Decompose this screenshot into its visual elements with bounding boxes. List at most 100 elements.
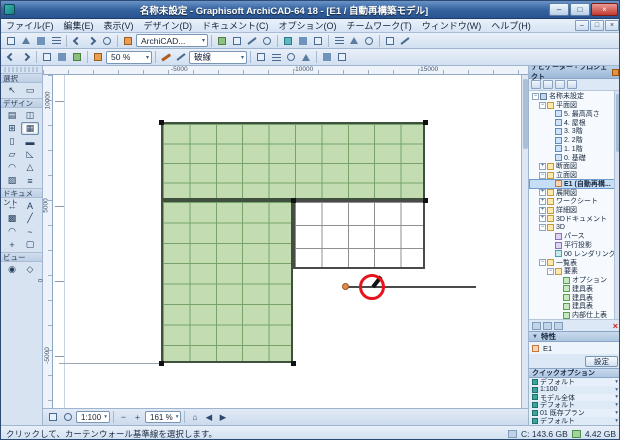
settings-button[interactable]: 設定 [585, 355, 618, 367]
options-icon[interactable] [383, 34, 397, 47]
quick-layers-icon[interactable] [46, 411, 60, 424]
mesh-tool-icon[interactable]: △ [21, 161, 39, 174]
camera-icon[interactable] [311, 34, 325, 47]
mdi-minimize-button[interactable]: – [575, 20, 589, 31]
publisher-icon[interactable] [567, 80, 577, 89]
redo-icon[interactable] [85, 34, 99, 47]
linetype-combo[interactable]: 破線 ▾ [189, 50, 247, 64]
roof-tool-icon[interactable]: ◺ [21, 148, 39, 161]
canvas-vertical-scrollbar[interactable] [521, 75, 528, 408]
mdi-close-button[interactable]: × [605, 20, 619, 31]
scroll-left-icon[interactable]: ◀ [202, 411, 215, 423]
layout-book-icon[interactable] [555, 80, 565, 89]
expander-icon[interactable] [539, 101, 546, 109]
curtain-wall-tool-icon[interactable]: ▦ [21, 122, 39, 135]
selection-handle[interactable] [423, 120, 428, 125]
menu-edit[interactable]: 編集(E) [59, 19, 99, 32]
hotspot-tool-icon[interactable]: + [3, 238, 21, 251]
pen-color-icon[interactable] [159, 51, 173, 64]
arrow-tool-icon[interactable]: ↖ [3, 84, 21, 97]
slab-tool-icon[interactable]: ▱ [3, 148, 21, 161]
path-tool-icon[interactable]: ◇ [21, 263, 39, 276]
expander-icon[interactable] [539, 215, 546, 223]
arc-method-icon[interactable] [284, 51, 298, 64]
profile-combo[interactable]: ArchiCAD... ▾ [136, 34, 208, 47]
menu-document[interactable]: ドキュメント(C) [197, 19, 274, 32]
tree-scrollbar[interactable] [614, 91, 619, 319]
shell-tool-icon[interactable]: ◠ [3, 161, 21, 174]
clone-folder-icon[interactable] [543, 321, 552, 330]
favorites-icon[interactable] [121, 34, 135, 47]
find-icon[interactable] [100, 34, 114, 47]
layers-icon[interactable] [215, 34, 229, 47]
story-up-icon[interactable] [320, 51, 334, 64]
layer-combo-icon[interactable] [254, 51, 268, 64]
settings-icon[interactable] [554, 321, 563, 330]
expander-icon[interactable] [539, 224, 546, 232]
tree-item[interactable]: 内部仕上表 [530, 311, 619, 319]
scale-combo[interactable]: 1:100 ▾ [76, 411, 110, 423]
palette-drag-handle[interactable] [4, 67, 39, 72]
composite-icon[interactable] [269, 51, 283, 64]
expander-icon[interactable] [539, 171, 546, 179]
selection-handle[interactable] [159, 361, 164, 366]
quick-option-renovation-filter[interactable]: デフォルト ▾ [529, 416, 619, 425]
close-button[interactable]: × [591, 3, 618, 16]
column-tool-icon[interactable]: ▯ [3, 135, 21, 148]
beam-tool-icon[interactable]: ▬ [21, 135, 39, 148]
expander-icon[interactable] [539, 162, 546, 170]
schedule-icon[interactable] [332, 34, 346, 47]
zone-tool-icon[interactable]: ▨ [3, 174, 21, 187]
undo-icon[interactable] [70, 34, 84, 47]
fill-icon[interactable] [91, 51, 105, 64]
dimension-tool-icon[interactable]: ↔ [3, 199, 21, 212]
project-map-icon[interactable] [531, 80, 541, 89]
fit-in-window-icon[interactable]: ⌂ [188, 411, 201, 423]
expander-icon[interactable] [539, 197, 546, 205]
selection-handle[interactable] [291, 198, 296, 203]
expander-icon[interactable] [532, 92, 539, 100]
zoom-out-icon[interactable]: − [117, 411, 130, 423]
stair-tool-icon[interactable]: ≡ [21, 174, 39, 187]
project-chooser-icon[interactable] [612, 68, 619, 76]
maximize-button[interactable]: □ [570, 3, 590, 16]
menu-teamwork[interactable]: チームワーク(T) [342, 19, 417, 32]
zoom-combo[interactable]: 161 % ▾ [145, 411, 182, 423]
renovation-filter-icon[interactable] [55, 51, 69, 64]
menu-options[interactable]: オプション(O) [274, 19, 342, 32]
tree-item[interactable]: 3Dドキュメント [530, 215, 619, 224]
back-icon[interactable] [4, 51, 18, 64]
selection-handle[interactable] [159, 120, 164, 125]
minimize-button[interactable]: – [549, 3, 569, 16]
expander-icon[interactable] [539, 259, 546, 267]
menu-design[interactable]: デザイン(D) [139, 19, 198, 32]
wall-tool-icon[interactable]: ▤ [3, 109, 21, 122]
save-icon[interactable] [34, 34, 48, 47]
section-icon[interactable] [296, 34, 310, 47]
print-icon[interactable] [49, 34, 63, 47]
menu-window[interactable]: ウィンドウ(W) [417, 19, 487, 32]
gravity-icon[interactable] [260, 34, 274, 47]
open-icon[interactable] [19, 34, 33, 47]
line-weight-icon[interactable] [174, 51, 188, 64]
quick-option-layer-combination[interactable]: デフォルト ▾ [529, 378, 619, 386]
selection-handle[interactable] [291, 361, 296, 366]
window-tool-icon[interactable]: ⊞ [3, 122, 21, 135]
menu-help[interactable]: ヘルプ(H) [486, 19, 536, 32]
spline-tool-icon[interactable]: ~ [21, 225, 39, 238]
camera-tool-icon[interactable]: ◉ [3, 263, 21, 276]
measure-icon[interactable] [398, 34, 412, 47]
new-folder-icon[interactable] [532, 321, 541, 330]
properties-header[interactable]: ▼ 特性 [529, 331, 619, 342]
mdi-restore-button[interactable]: □ [590, 20, 604, 31]
3d-view-icon[interactable] [281, 34, 295, 47]
marquee-tool-icon[interactable]: ▭ [21, 84, 39, 97]
surface-icon[interactable] [70, 51, 84, 64]
tracker-icon[interactable] [61, 411, 75, 424]
expander-icon[interactable] [539, 206, 546, 214]
scroll-right-icon[interactable]: ▶ [216, 411, 229, 423]
text-tool-icon[interactable]: A [21, 199, 39, 212]
story-down-icon[interactable] [335, 51, 349, 64]
expander-icon[interactable] [547, 267, 554, 275]
geometry-method-icon[interactable] [299, 51, 313, 64]
